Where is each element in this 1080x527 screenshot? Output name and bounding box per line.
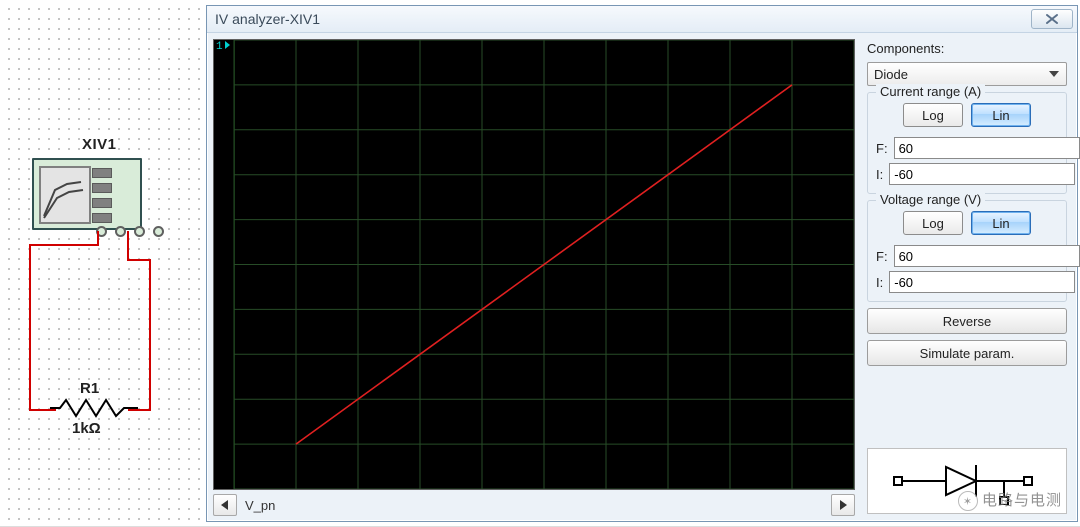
current-log-button[interactable]: Log: [903, 103, 963, 127]
schematic-canvas[interactable]: XIV1 R1: [0, 0, 203, 526]
voltage-f-label: F:: [876, 249, 888, 264]
scope-display[interactable]: 1: [213, 39, 855, 490]
resistor-symbol-icon: [50, 398, 138, 418]
components-select[interactable]: Diode: [867, 62, 1067, 86]
device-label-xiv1: XIV1: [82, 136, 117, 153]
arrow-left-icon: [221, 500, 229, 510]
simulate-param-button[interactable]: Simulate param.: [867, 340, 1067, 366]
resistor-label: R1: [80, 380, 99, 397]
iv-analyzer-window: IV analyzer-XIV1 1: [206, 5, 1078, 522]
voltage-i-input[interactable]: [889, 271, 1075, 293]
window-title: IV analyzer-XIV1: [215, 11, 1031, 27]
scope-plot-icon: [214, 40, 854, 489]
side-panel: Components: Diode Current range (A) Log …: [861, 33, 1077, 522]
iv-analyzer-component[interactable]: [32, 158, 142, 230]
close-button[interactable]: [1031, 9, 1073, 29]
scope-x-axis-label: V_pn: [241, 498, 395, 513]
scope-prev-button[interactable]: [213, 494, 237, 516]
diode-symbol-icon: [892, 457, 1042, 505]
current-i-label: I:: [876, 167, 883, 182]
voltage-f-input[interactable]: [894, 245, 1080, 267]
resistor-value: 1kΩ: [72, 420, 101, 437]
current-range-title: Current range (A): [876, 84, 985, 99]
schematic-wires: [0, 0, 203, 526]
components-selected-value: Diode: [874, 67, 908, 82]
arrow-right-icon: [839, 500, 847, 510]
scope-next-button[interactable]: [831, 494, 855, 516]
iv-analyzer-buttons-icon: [92, 168, 136, 223]
current-range-group: Current range (A) Log Lin F: mA I: mA: [867, 92, 1067, 194]
components-label: Components:: [867, 41, 1067, 56]
titlebar[interactable]: IV analyzer-XIV1: [207, 6, 1077, 33]
voltage-lin-button[interactable]: Lin: [971, 211, 1031, 235]
voltage-range-group: Voltage range (V) Log Lin F: V I: V: [867, 200, 1067, 302]
reverse-button[interactable]: Reverse: [867, 308, 1067, 334]
voltage-range-title: Voltage range (V): [876, 192, 985, 207]
scope-x-axis-row: V_pn: [213, 494, 855, 516]
component-preview: ✶电路与电测: [867, 448, 1067, 514]
voltage-log-button[interactable]: Log: [903, 211, 963, 235]
close-icon: [1043, 13, 1061, 25]
voltage-i-label: I:: [876, 275, 883, 290]
current-f-label: F:: [876, 141, 888, 156]
iv-analyzer-screen-icon: [39, 166, 91, 224]
iv-analyzer-ports-icon: [96, 226, 164, 237]
current-f-input[interactable]: [894, 137, 1080, 159]
current-i-input[interactable]: [889, 163, 1075, 185]
current-lin-button[interactable]: Lin: [971, 103, 1031, 127]
